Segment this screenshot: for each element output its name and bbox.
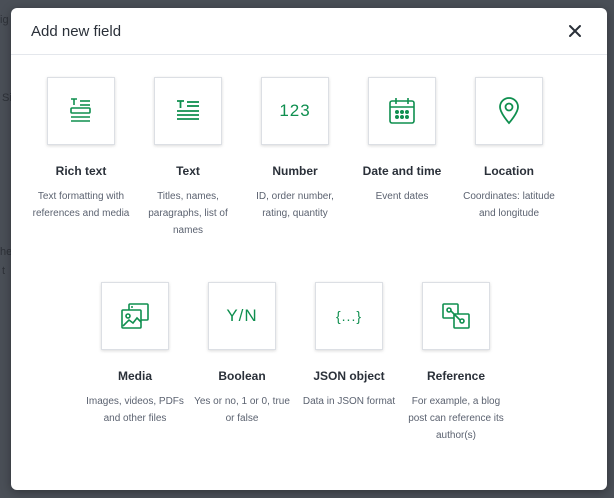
field-description: Text formatting with references and medi… xyxy=(32,191,130,219)
field-title: JSON object xyxy=(313,369,385,383)
rich-text-icon xyxy=(70,98,91,122)
text-icon xyxy=(177,100,199,120)
dialog-header: Add new field xyxy=(11,8,607,55)
field-card-date-and-time[interactable]: Date and time Event dates xyxy=(352,77,452,205)
field-tile-date-and-time[interactable] xyxy=(368,77,436,145)
media-icon xyxy=(121,303,149,329)
field-tile-rich-text[interactable] xyxy=(47,77,115,145)
field-title: Boolean xyxy=(218,369,266,383)
backdrop-text: ig xyxy=(0,14,9,26)
field-tile-reference[interactable] xyxy=(422,282,490,350)
calendar-icon xyxy=(389,98,415,124)
location-pin-icon xyxy=(499,97,519,125)
field-title: Text xyxy=(176,164,200,178)
field-description: For example, a blog post can reference i… xyxy=(408,396,504,441)
field-card-text[interactable]: Text Titles, names, paragraphs, list of … xyxy=(138,77,238,239)
boolean-icon: Y/N xyxy=(226,306,258,325)
field-description: Yes or no, 1 or 0, true or false xyxy=(194,396,290,424)
field-title: Media xyxy=(117,369,152,383)
field-title: Rich text xyxy=(55,164,107,178)
field-tile-json-object[interactable]: {...} xyxy=(315,282,383,350)
field-card-rich-text[interactable]: Rich text Text formatting with reference… xyxy=(31,77,131,222)
field-tile-text[interactable] xyxy=(154,77,222,145)
close-icon xyxy=(569,25,581,37)
field-card-location[interactable]: Location Coordinates: latitude and longi… xyxy=(459,77,559,222)
json-icon: {...} xyxy=(335,308,363,324)
field-tile-number[interactable]: 123 xyxy=(261,77,329,145)
field-description: Coordinates: latitude and longitude xyxy=(463,191,555,219)
field-description: ID, order number, rating, quantity xyxy=(256,191,334,219)
field-tile-boolean[interactable]: Y/N xyxy=(208,282,276,350)
field-title: Location xyxy=(484,164,534,178)
field-card-number[interactable]: 123 Number ID, order number, rating, qua… xyxy=(245,77,345,222)
field-card-reference[interactable]: Reference For example, a blog post can r… xyxy=(406,282,506,444)
field-description: Event dates xyxy=(375,191,429,202)
field-title: Number xyxy=(272,164,318,178)
field-description: Data in JSON format xyxy=(302,396,396,407)
field-card-boolean[interactable]: Y/N Boolean Yes or no, 1 or 0, true or f… xyxy=(192,282,292,427)
dialog-title: Add new field xyxy=(31,23,122,40)
backdrop-text: t xyxy=(2,265,6,277)
field-card-json-object[interactable]: {...} JSON object Data in JSON format xyxy=(299,282,399,410)
field-title: Date and time xyxy=(362,164,442,178)
number-icon: 123 xyxy=(279,101,311,120)
field-description: Titles, names, paragraphs, list of names xyxy=(148,191,228,236)
field-card-media[interactable]: Media Images, videos, PDFs and other fil… xyxy=(85,282,185,427)
field-title: Reference xyxy=(426,369,486,383)
field-description: Images, videos, PDFs and other files xyxy=(86,396,184,424)
field-tile-location[interactable] xyxy=(475,77,543,145)
reference-icon xyxy=(442,303,470,329)
close-button[interactable] xyxy=(565,21,585,41)
add-field-dialog: Add new field Rich text Text formatting … xyxy=(11,8,607,490)
field-tile-media[interactable] xyxy=(101,282,169,350)
